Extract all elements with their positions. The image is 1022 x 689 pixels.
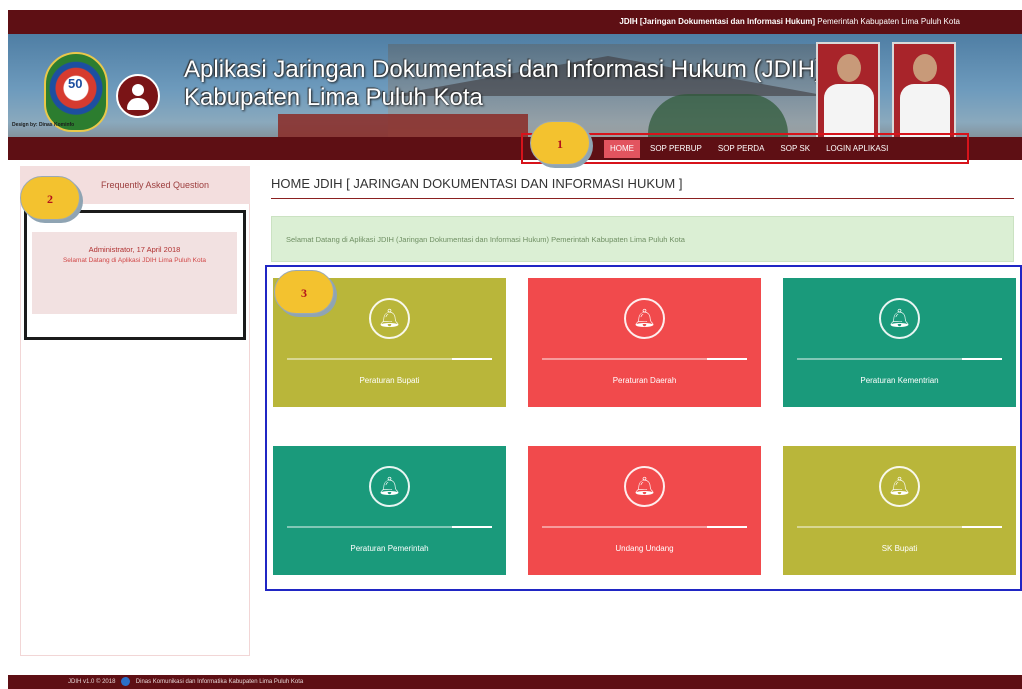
tile-peraturan-pemerintah[interactable]: 🔔︎ Peraturan Pemerintah bbox=[273, 446, 506, 575]
footer-org: Dinas Komunikasi dan Informatika Kabupat… bbox=[135, 679, 304, 685]
nav-login[interactable]: LOGIN APLIKASI bbox=[820, 140, 894, 158]
regency-emblem-logo bbox=[44, 52, 108, 132]
bell-icon: 🔔︎ bbox=[378, 476, 401, 496]
topbar-text: Pemerintah Kabupaten Lima Puluh Kota bbox=[817, 17, 960, 26]
tile-sk-bupati[interactable]: 🔔︎ SK Bupati bbox=[783, 446, 1016, 575]
title-divider bbox=[271, 198, 1014, 199]
tile-label: SK Bupati bbox=[881, 544, 918, 553]
topbar-bold-text: JDIH [Jaringan Dokumentasi dan Informasi… bbox=[619, 17, 815, 26]
faq-item-heading: Administrator, 17 April 2018 bbox=[88, 245, 181, 254]
callout-badge-1: 1 bbox=[530, 121, 590, 165]
footer: JDIH v1.0 © 2018 Dinas Komunikasi dan In… bbox=[8, 675, 1022, 689]
top-info-bar: JDIH [Jaringan Dokumentasi dan Informasi… bbox=[8, 10, 1022, 34]
emblem-number: 50 bbox=[68, 76, 83, 91]
site-title-line2: Kabupaten Lima Puluh Kota bbox=[184, 84, 483, 111]
main-nav: HOME SOP PERBUP SOP PERDA SOP SK LOGIN A… bbox=[604, 140, 894, 158]
page-title: HOME JDIH [ JARINGAN DOKUMENTASI DAN INF… bbox=[271, 176, 683, 191]
tile-peraturan-daerah[interactable]: 🔔︎ Peraturan Daerah bbox=[528, 278, 761, 407]
faq-item-body: Selamat Datang di Aplikasi JDIH Lima Pul… bbox=[62, 257, 207, 264]
nav-sop-perda[interactable]: SOP PERDA bbox=[712, 140, 771, 158]
nav-sop-perbup[interactable]: SOP PERBUP bbox=[644, 140, 708, 158]
bell-icon: 🔔︎ bbox=[888, 308, 911, 328]
callout-badge-2: 2 bbox=[20, 176, 80, 220]
bell-icon: 🔔︎ bbox=[633, 308, 656, 328]
user-icon[interactable] bbox=[116, 74, 160, 118]
nav-sop-sk[interactable]: SOP SK bbox=[774, 140, 816, 158]
bell-icon: 🔔︎ bbox=[378, 308, 401, 328]
tile-peraturan-kementrian[interactable]: 🔔︎ Peraturan Kementrian bbox=[783, 278, 1016, 407]
tile-undang-undang[interactable]: 🔔︎ Undang Undang bbox=[528, 446, 761, 575]
bell-icon: 🔔︎ bbox=[888, 476, 911, 496]
tile-label: Peraturan Kementrian bbox=[860, 376, 939, 385]
footer-version: JDIH v1.0 © 2018 bbox=[68, 679, 116, 685]
site-title-line1: Aplikasi Jaringan Dokumentasi dan Inform… bbox=[184, 56, 823, 83]
design-credit: Design by: Dinas Kominfo bbox=[12, 122, 75, 128]
tile-label: Peraturan Pemerintah bbox=[350, 544, 429, 553]
bell-icon: 🔔︎ bbox=[633, 476, 656, 496]
faq-item[interactable]: Administrator, 17 April 2018 Selamat Dat… bbox=[32, 232, 237, 314]
tile-label: Peraturan Daerah bbox=[612, 376, 677, 385]
site-title: Aplikasi Jaringan Dokumentasi dan Inform… bbox=[184, 56, 823, 112]
nav-home[interactable]: HOME bbox=[604, 140, 640, 158]
callout-badge-3: 3 bbox=[274, 270, 334, 314]
welcome-alert: Selamat Datang di Aplikasi JDIH (Jaringa… bbox=[271, 216, 1014, 262]
tile-label: Undang Undang bbox=[615, 544, 674, 553]
tile-label: Peraturan Bupati bbox=[359, 376, 420, 385]
kominfo-logo-icon bbox=[121, 676, 131, 686]
